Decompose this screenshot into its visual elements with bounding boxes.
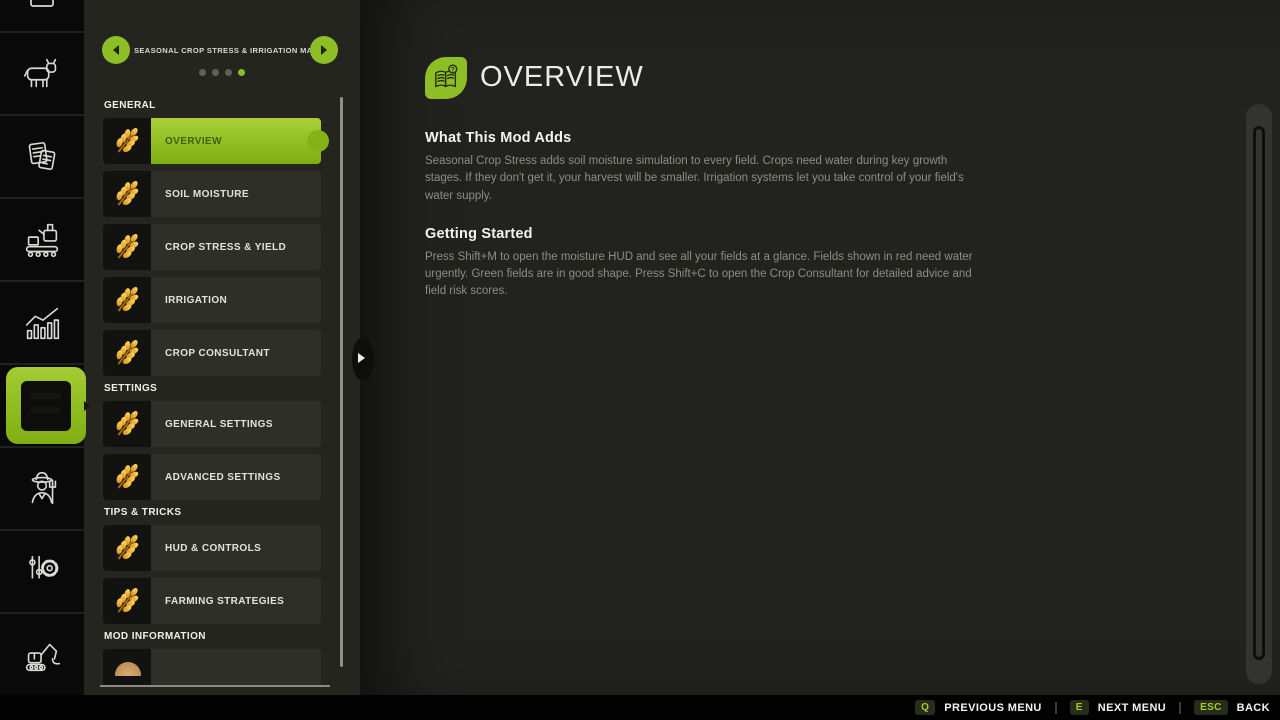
sidebar-item-crop-stress-yield[interactable]: CROP STRESS & YIELD	[103, 224, 321, 270]
content-scrollbar-track[interactable]	[1246, 104, 1272, 684]
sidebar-item-label: IRRIGATION	[151, 277, 321, 323]
carousel-title: SEASONAL CROP STRESS & IRRIGATION MA...	[134, 46, 310, 55]
rail-item-mod-help[interactable]	[0, 363, 84, 446]
section-label-settings: SETTINGS	[104, 383, 333, 394]
main-content: ? OVERVIEW What This Mod Adds Seasonal C…	[360, 0, 1280, 695]
help-book-icon: ?	[425, 57, 467, 99]
sidebar-item-label: SOIL MOISTURE	[151, 171, 321, 217]
hint-previous-menu[interactable]: Q PREVIOUS MENU	[915, 700, 1042, 715]
sidebar-item-label: HUD & CONTROLS	[151, 525, 321, 571]
hint-back[interactable]: ESC BACK	[1194, 700, 1270, 715]
page-dot	[199, 69, 206, 76]
rail-item-statistics[interactable]	[0, 280, 84, 363]
rail-selected-tab	[6, 367, 86, 444]
sidebar-item-advanced-settings[interactable]: ADVANCED SETTINGS	[103, 454, 321, 500]
cow-icon	[19, 51, 65, 97]
key-badge-esc: ESC	[1194, 700, 1227, 715]
hint-label: BACK	[1237, 702, 1270, 714]
wheat-icon	[103, 401, 151, 447]
arrow-right-icon	[321, 45, 327, 55]
wheat-icon	[103, 171, 151, 217]
sidebar-item-overview[interactable]: OVERVIEW	[103, 118, 321, 164]
carousel-prev-button[interactable]	[102, 36, 130, 64]
section-label-mod-information: MOD INFORMATION	[104, 631, 333, 642]
sidebar-item-label: GENERAL SETTINGS	[151, 401, 321, 447]
wheat-icon	[103, 454, 151, 500]
page-dot-active	[238, 69, 245, 76]
sidebar-item-hud-controls[interactable]: HUD & CONTROLS	[103, 525, 321, 571]
straw-hat-icon	[103, 649, 151, 687]
partial-machine-icon	[18, 0, 66, 31]
help-content: What This Mod Adds Seasonal Crop Stress …	[425, 130, 982, 322]
sidebar-item-label: FARMING STRATEGIES	[151, 578, 321, 624]
mod-help-icon	[21, 381, 71, 431]
sidebar-item-general-settings[interactable]: GENERAL SETTINGS	[103, 401, 321, 447]
section-label-general: GENERAL	[104, 100, 333, 111]
sidebar-item-mod-info-partial[interactable]	[103, 649, 321, 687]
rail-item-contracts[interactable]	[0, 114, 84, 197]
carousel-dots	[199, 69, 245, 76]
statistics-icon	[19, 300, 65, 346]
documents-icon	[19, 134, 65, 180]
sidebar-item-crop-consultant[interactable]: CROP CONSULTANT	[103, 330, 321, 376]
sidebar-item-farming-strategies[interactable]: FARMING STRATEGIES	[103, 578, 321, 624]
rail-item-farmer[interactable]	[0, 446, 84, 529]
wheat-icon	[103, 277, 151, 323]
carousel-next-button[interactable]	[310, 36, 338, 64]
help-sidebar: SEASONAL CROP STRESS & IRRIGATION MA... …	[84, 0, 360, 695]
page-dot	[225, 69, 232, 76]
sidebar-nav-list: GENERAL OVERVIEW SOIL MOISTURE CROP STRE…	[103, 97, 333, 687]
hint-separator	[1179, 702, 1181, 714]
wheat-icon	[103, 525, 151, 571]
rail-item-animals[interactable]	[0, 31, 84, 114]
content-scrollbar-thumb[interactable]	[1253, 126, 1265, 660]
wheat-icon	[103, 118, 151, 164]
section-body-what-this-mod-adds: Seasonal Crop Stress adds soil moisture …	[425, 153, 982, 205]
straw-hat-icon-shape	[115, 662, 141, 676]
sidebar-item-label: CROP STRESS & YIELD	[151, 224, 321, 270]
svg-text:?: ?	[451, 67, 455, 74]
sidebar-item-label: OVERVIEW	[151, 118, 321, 164]
sidebar-item-label: ADVANCED SETTINGS	[151, 454, 321, 500]
rail-item-construction[interactable]	[0, 612, 84, 695]
key-badge-q: Q	[915, 700, 935, 715]
wheat-icon	[103, 224, 151, 270]
sidebar-item-irrigation[interactable]: IRRIGATION	[103, 277, 321, 323]
sidebar-item-label: CROP CONSULTANT	[151, 330, 321, 376]
rail-selected-arrow-icon	[84, 401, 90, 411]
rail-item-top-partial[interactable]	[0, 0, 84, 31]
production-line-icon	[19, 217, 65, 263]
sidebar-item-soil-moisture[interactable]: SOIL MOISTURE	[103, 171, 321, 217]
sidebar-scrollbar[interactable]	[340, 97, 343, 667]
hint-label: PREVIOUS MENU	[944, 702, 1042, 714]
sidebar-item-label	[151, 649, 321, 687]
sidebar-expand-arrow-icon[interactable]	[358, 353, 365, 363]
wheat-icon	[103, 578, 151, 624]
arrow-left-icon	[113, 45, 119, 55]
footer-hint-bar: Q PREVIOUS MENU E NEXT MENU ESC BACK	[0, 695, 1280, 720]
page-dot	[212, 69, 219, 76]
hint-next-menu[interactable]: E NEXT MENU	[1070, 700, 1166, 715]
hint-label: NEXT MENU	[1098, 702, 1166, 714]
farmer-icon	[19, 466, 65, 512]
rail-item-production[interactable]	[0, 197, 84, 280]
section-heading-what-this-mod-adds: What This Mod Adds	[425, 130, 982, 146]
settings-sliders-icon	[19, 549, 65, 595]
left-icon-rail	[0, 0, 84, 696]
page-title: OVERVIEW	[480, 61, 644, 94]
section-label-tips-tricks: TIPS & TRICKS	[104, 507, 333, 518]
section-body-getting-started: Press Shift+M to open the moisture HUD a…	[425, 249, 982, 301]
mod-help-screen: SEASONAL CROP STRESS & IRRIGATION MA... …	[0, 0, 1280, 720]
list-clip-divider	[100, 685, 330, 687]
section-heading-getting-started: Getting Started	[425, 226, 982, 242]
key-badge-e: E	[1070, 700, 1089, 715]
excavator-icon	[19, 632, 65, 678]
hint-separator	[1055, 702, 1057, 714]
rail-item-settings[interactable]	[0, 529, 84, 612]
wheat-icon	[103, 330, 151, 376]
